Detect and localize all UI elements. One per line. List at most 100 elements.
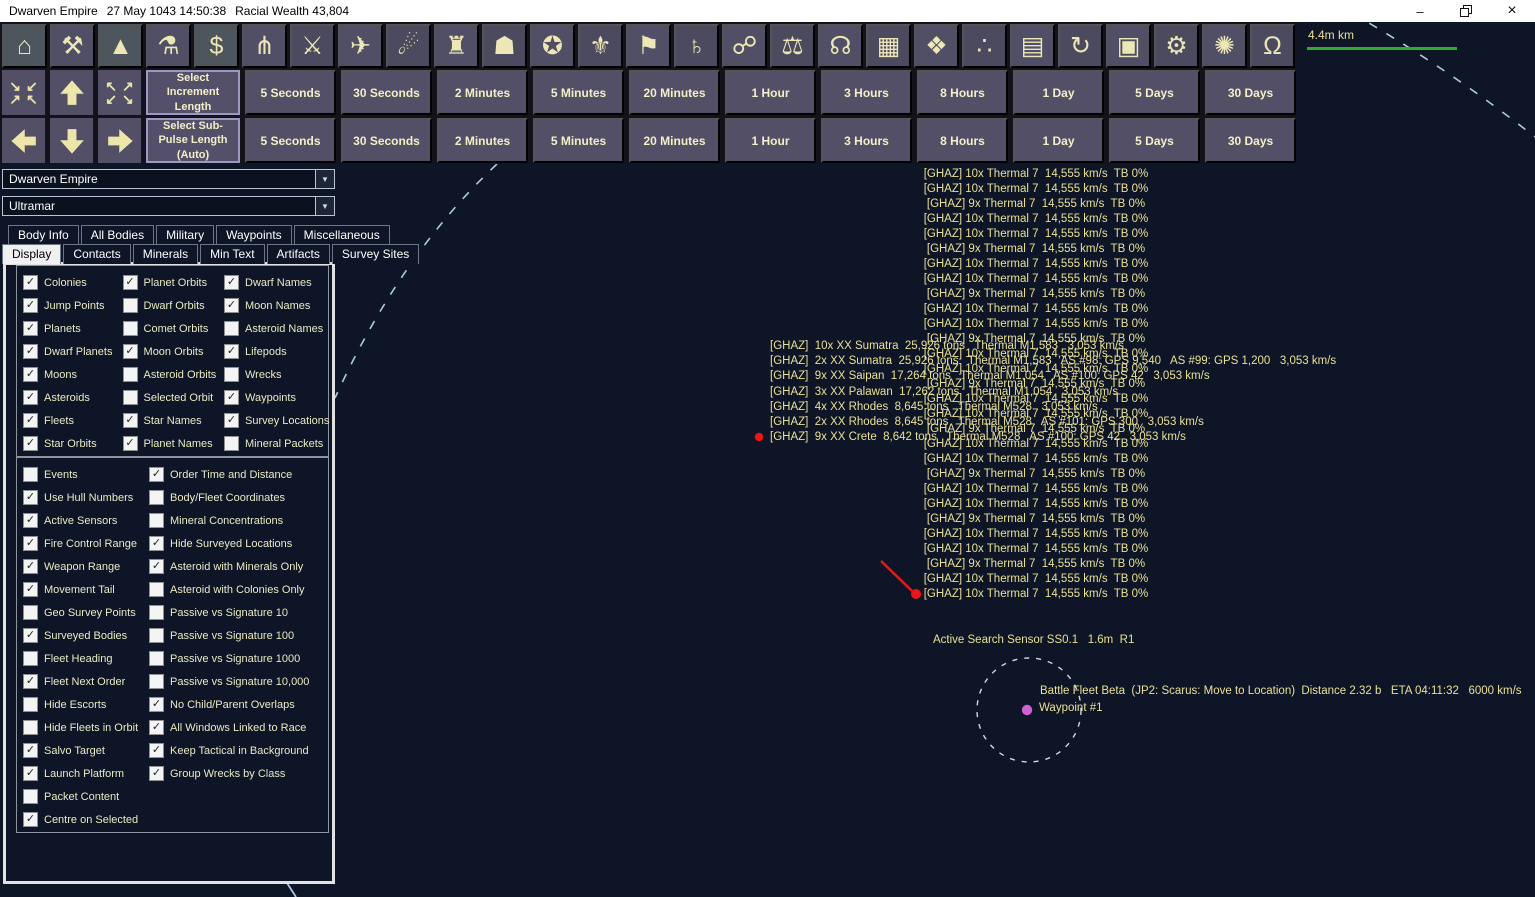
increment-1-day-button[interactable]: 1 Day	[1013, 70, 1104, 115]
tab-min-text[interactable]: Min Text	[200, 244, 265, 264]
checkbox[interactable]	[149, 490, 164, 505]
option-asteroid-names[interactable]: Asteroid Names	[224, 317, 328, 340]
checkbox[interactable]: ✓	[23, 674, 38, 689]
option-fleet-heading[interactable]: Fleet Heading	[23, 647, 149, 670]
minerals-button[interactable]: ❖	[914, 24, 959, 68]
checkbox[interactable]: ✓	[149, 743, 164, 758]
option-asteroid-with-colonies-only[interactable]: Asteroid with Colonies Only	[149, 578, 327, 601]
subpulse-3-hours-button[interactable]: 3 Hours	[821, 118, 912, 163]
option-launch-platform[interactable]: ✓ Launch Platform	[23, 762, 149, 785]
checkbox[interactable]: ✓	[122, 413, 138, 428]
checkbox[interactable]: ✓	[23, 628, 38, 643]
option-planets[interactable]: ✓ Planets	[23, 317, 123, 340]
class-design-button[interactable]: ⚔	[290, 24, 335, 68]
zoom-in-button[interactable]: ↘↙ ↗↖	[2, 70, 45, 115]
power-button[interactable]: Ω	[1250, 24, 1295, 68]
option-moon-orbits[interactable]: ✓ Moon Orbits	[122, 340, 224, 363]
settings-gear-button[interactable]: ⚙	[1154, 24, 1199, 68]
checkbox[interactable]: ✓	[23, 390, 38, 405]
option-waypoints[interactable]: ✓ Waypoints	[224, 386, 328, 409]
subpulse-5-days-button[interactable]: 5 Days	[1109, 118, 1200, 163]
pan-up-button[interactable]	[50, 70, 93, 115]
option-star-orbits[interactable]: ✓ Star Orbits	[23, 432, 123, 455]
option-use-hull-numbers[interactable]: ✓ Use Hull Numbers	[23, 486, 149, 509]
logistics-button[interactable]: ⋔	[242, 24, 287, 68]
option-comet-orbits[interactable]: Comet Orbits	[122, 317, 224, 340]
waypoint-dot[interactable]	[1021, 704, 1033, 716]
option-group-wrecks-by-class[interactable]: ✓ Group Wrecks by Class	[149, 762, 327, 785]
checkbox[interactable]: ✓	[122, 275, 138, 290]
checkbox[interactable]	[23, 605, 38, 620]
option-fleets[interactable]: ✓ Fleets	[23, 409, 123, 432]
commanders-button[interactable]: ✪	[530, 24, 575, 68]
race-select[interactable]: Dwarven Empire ▼	[2, 169, 335, 189]
checkbox[interactable]	[23, 720, 38, 735]
ground-forces-button[interactable]: ☗	[482, 24, 527, 68]
checkbox[interactable]	[149, 628, 164, 643]
subpulse-8-hours-button[interactable]: 8 Hours	[917, 118, 1008, 163]
checkbox[interactable]: ✓	[23, 559, 38, 574]
checkbox[interactable]: ✓	[149, 536, 164, 551]
research-button[interactable]: ⚗	[146, 24, 191, 68]
increment-5-seconds-button[interactable]: 5 Seconds	[245, 70, 336, 115]
hostile-contact-dot-2[interactable]	[754, 432, 764, 442]
increment-2-minutes-button[interactable]: 2 Minutes	[437, 70, 528, 115]
checkbox[interactable]: ✓	[23, 321, 38, 336]
tab-minerals[interactable]: Minerals	[132, 244, 199, 264]
tab-body-info[interactable]: Body Info	[8, 225, 79, 245]
option-wrecks[interactable]: Wrecks	[224, 363, 328, 386]
option-events[interactable]: Events	[23, 463, 149, 486]
medals-button[interactable]: ⚜	[578, 24, 623, 68]
checkbox[interactable]: ✓	[224, 344, 239, 359]
checkbox[interactable]: ✓	[23, 367, 38, 382]
turret-design-button[interactable]: ♜	[434, 24, 479, 68]
checkbox[interactable]: ✓	[224, 298, 239, 313]
pan-left-button[interactable]	[2, 118, 45, 163]
checkbox[interactable]	[23, 789, 38, 804]
option-asteroids[interactable]: ✓ Asteroids	[23, 386, 123, 409]
subpulse-30-days-button[interactable]: 30 Days	[1205, 118, 1296, 163]
mining-button[interactable]: ▲	[98, 24, 143, 68]
subpulse-5-minutes-button[interactable]: 5 Minutes	[533, 118, 624, 163]
option-dwarf-orbits[interactable]: Dwarf Orbits	[122, 294, 224, 317]
option-star-names[interactable]: ✓ Star Names	[122, 409, 224, 432]
zoom-out-button[interactable]: ↖↗ ↙↘	[98, 70, 141, 115]
option-planet-orbits[interactable]: ✓ Planet Orbits	[122, 271, 224, 294]
checkbox[interactable]	[122, 321, 138, 336]
calendar-button[interactable]: ▤	[1010, 24, 1055, 68]
subpulse-1-hour-button[interactable]: 1 Hour	[725, 118, 816, 163]
pan-right-button[interactable]	[98, 118, 141, 163]
checkbox[interactable]	[149, 605, 164, 620]
tab-display[interactable]: Display	[2, 244, 62, 264]
option-mineral-concentrations[interactable]: Mineral Concentrations	[149, 509, 327, 532]
option-movement-tail[interactable]: ✓ Movement Tail	[23, 578, 149, 601]
checkbox[interactable]	[224, 436, 239, 451]
option-passive-vs-signature-10-000[interactable]: Passive vs Signature 10,000	[149, 670, 327, 693]
checkbox[interactable]: ✓	[149, 766, 164, 781]
tab-survey-sites[interactable]: Survey Sites	[331, 244, 420, 264]
checkbox[interactable]: ✓	[122, 436, 138, 451]
option-selected-orbit[interactable]: Selected Orbit	[122, 386, 224, 409]
increment-5-minutes-button[interactable]: 5 Minutes	[533, 70, 624, 115]
option-planet-names[interactable]: ✓ Planet Names	[122, 432, 224, 455]
chevron-down-icon[interactable]: ▼	[315, 197, 334, 215]
technology-button[interactable]: ▦	[866, 24, 911, 68]
chevron-down-icon[interactable]: ▼	[315, 170, 334, 188]
checkbox[interactable]: ✓	[122, 344, 138, 359]
select-increment-button[interactable]: Select Increment Length	[146, 70, 240, 115]
checkbox[interactable]: ✓	[224, 413, 239, 428]
checkbox[interactable]: ✓	[23, 275, 38, 290]
option-centre-on-selected[interactable]: ✓ Centre on Selected	[23, 808, 149, 831]
option-active-sensors[interactable]: ✓ Active Sensors	[23, 509, 149, 532]
system-view-button[interactable]: ♄	[674, 24, 719, 68]
option-keep-tactical-in-background[interactable]: ✓ Keep Tactical in Background	[149, 739, 327, 762]
checkbox[interactable]: ✓	[224, 390, 239, 405]
select-subpulse-button[interactable]: Select Sub-Pulse Length (Auto)	[146, 118, 240, 163]
intelligence-button[interactable]: ⚖	[770, 24, 815, 68]
checkbox[interactable]: ✓	[23, 743, 38, 758]
option-passive-vs-signature-1000[interactable]: Passive vs Signature 1000	[149, 647, 327, 670]
option-asteroid-with-minerals-only[interactable]: ✓ Asteroid with Minerals Only	[149, 555, 327, 578]
checkbox[interactable]: ✓	[23, 536, 38, 551]
option-jump-points[interactable]: ✓ Jump Points	[23, 294, 123, 317]
save-button[interactable]: ▣	[1106, 24, 1151, 68]
